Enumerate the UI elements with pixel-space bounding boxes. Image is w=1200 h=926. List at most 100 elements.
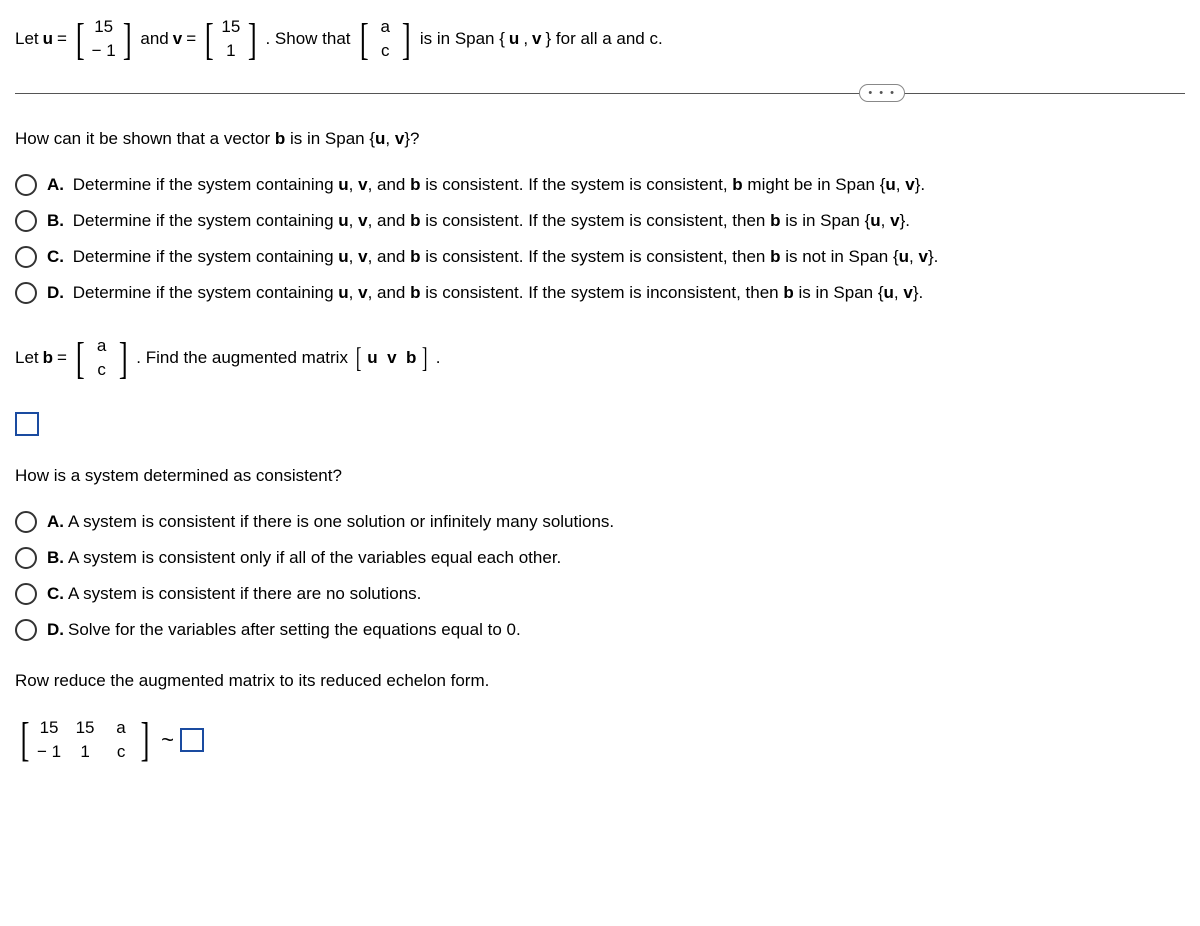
text: How can it be shown that a vector xyxy=(15,129,275,148)
option-c[interactable]: C.A system is consistent if there are no… xyxy=(15,583,1185,605)
u: u xyxy=(367,348,377,367)
cell: − 1 xyxy=(37,742,61,762)
label: A. xyxy=(47,512,64,531)
u: u xyxy=(375,129,385,148)
divider xyxy=(15,93,1185,94)
t: Determine if the system containing xyxy=(73,211,339,230)
option-a[interactable]: A. Determine if the system containing u,… xyxy=(15,174,1185,196)
t: }. xyxy=(913,283,923,302)
option-text: C.A system is consistent if there are no… xyxy=(47,584,421,604)
t: Determine if the system containing xyxy=(73,283,339,302)
text: }? xyxy=(404,129,419,148)
matrix-b: [ a c ] xyxy=(73,334,130,382)
t: , and xyxy=(368,175,411,194)
option-text: A. Determine if the system containing u,… xyxy=(47,175,925,195)
left-bracket-icon: [ xyxy=(205,23,214,56)
var-v: v xyxy=(173,29,182,49)
equals: = xyxy=(186,29,196,49)
var-b: b xyxy=(43,348,53,368)
cell: 15 xyxy=(221,17,241,37)
radio-icon[interactable] xyxy=(15,511,37,533)
cell: 1 xyxy=(221,41,241,61)
option-d[interactable]: D.Solve for the variables after setting … xyxy=(15,619,1185,641)
text: . Show that xyxy=(265,29,350,49)
row-reduce-text: Row reduce the augmented matrix to its r… xyxy=(15,671,1185,691)
radio-icon[interactable] xyxy=(15,174,37,196)
t: is consistent. If the system is inconsis… xyxy=(421,283,784,302)
left-bracket-icon: [ xyxy=(21,722,30,758)
t: is consistent. If the system is consiste… xyxy=(421,211,771,230)
cell: a xyxy=(92,336,112,356)
t: , xyxy=(894,283,903,302)
left-bracket-icon: [ xyxy=(76,342,85,375)
t: , xyxy=(349,175,358,194)
text: , xyxy=(523,29,528,49)
t: u xyxy=(884,283,894,302)
t: v xyxy=(358,283,367,302)
t: u xyxy=(338,175,348,194)
question-2: How is a system determined as consistent… xyxy=(15,466,1185,486)
radio-icon[interactable] xyxy=(15,246,37,268)
radio-icon[interactable] xyxy=(15,619,37,641)
t: A system is consistent only if all of th… xyxy=(68,548,561,567)
problem-statement: Let u = [ 15 − 1 ] and v = [ 15 1 ] . Sh… xyxy=(15,15,1185,63)
t: is in Span { xyxy=(781,211,871,230)
label: B. xyxy=(47,211,64,230)
option-b[interactable]: B.A system is consistent only if all of … xyxy=(15,547,1185,569)
t: }. xyxy=(928,247,938,266)
matrix-v: [ 15 1 ] xyxy=(202,15,259,63)
option-b[interactable]: B. Determine if the system containing u,… xyxy=(15,210,1185,232)
cell: c xyxy=(375,41,395,61)
radio-icon[interactable] xyxy=(15,583,37,605)
t: u xyxy=(338,247,348,266)
t: b xyxy=(410,211,420,230)
question-1: How can it be shown that a vector b is i… xyxy=(15,129,1185,149)
text: } for all a and c. xyxy=(546,29,663,49)
t: u xyxy=(338,211,348,230)
t: b xyxy=(770,211,780,230)
tilde-icon: ~ xyxy=(161,727,174,753)
label: D. xyxy=(47,620,64,639)
equals: = xyxy=(57,348,67,368)
option-c[interactable]: C. Determine if the system containing u,… xyxy=(15,246,1185,268)
answer-input[interactable] xyxy=(180,728,204,752)
t: Determine if the system containing xyxy=(73,175,339,194)
t: Determine if the system containing xyxy=(73,247,339,266)
t: , and xyxy=(368,211,411,230)
period: . xyxy=(436,348,441,368)
right-bracket-icon: ] xyxy=(402,23,411,56)
radio-icon[interactable] xyxy=(15,547,37,569)
more-icon[interactable]: • • • xyxy=(859,84,905,102)
matrix-ac: [ a c ] xyxy=(357,15,414,63)
option-text: B.A system is consistent only if all of … xyxy=(47,548,561,568)
t: b xyxy=(770,247,780,266)
cell: a xyxy=(109,718,133,738)
radio-icon[interactable] xyxy=(15,282,37,304)
t: A system is consistent if there is one s… xyxy=(68,512,614,531)
t: , xyxy=(349,247,358,266)
t: Solve for the variables after setting th… xyxy=(68,620,521,639)
option-a[interactable]: A.A system is consistent if there is one… xyxy=(15,511,1185,533)
label: B. xyxy=(47,548,64,567)
t: , xyxy=(349,211,358,230)
t: u xyxy=(338,283,348,302)
text: , xyxy=(385,129,394,148)
left-bracket-icon: [ xyxy=(359,23,368,56)
option-text: D. Determine if the system containing u,… xyxy=(47,283,923,303)
t: v xyxy=(905,175,914,194)
t: is in Span { xyxy=(794,283,884,302)
b: b xyxy=(406,348,416,367)
cell: 15 xyxy=(94,17,114,37)
t: v xyxy=(890,211,899,230)
radio-icon[interactable] xyxy=(15,210,37,232)
option-text: C. Determine if the system containing u,… xyxy=(47,247,938,267)
answer-input[interactable] xyxy=(15,412,39,436)
t: , xyxy=(349,283,358,302)
span-v: v xyxy=(532,29,541,49)
cell: a xyxy=(375,17,395,37)
t: , xyxy=(896,175,905,194)
t: v xyxy=(358,175,367,194)
option-d[interactable]: D. Determine if the system containing u,… xyxy=(15,282,1185,304)
t: A system is consistent if there are no s… xyxy=(68,584,421,603)
augmented-matrix: [ 15 15 a − 1 1 c ] xyxy=(17,716,153,764)
